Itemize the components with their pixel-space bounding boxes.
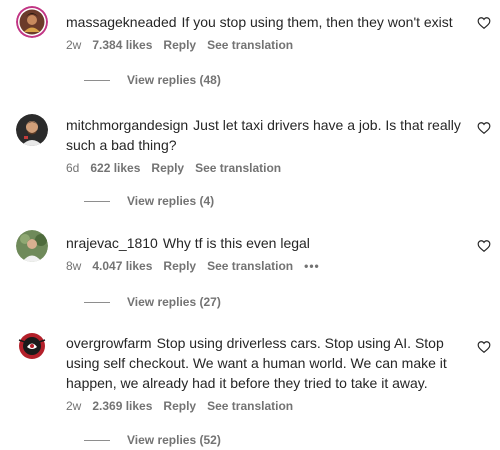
avatar-image [16,230,48,262]
reply-button[interactable]: Reply [151,160,184,176]
view-replies-button[interactable]: View replies (48) [84,72,221,88]
avatar-image [16,114,48,146]
comment-age: 2w [66,38,82,52]
heart-icon[interactable] [477,239,491,253]
view-replies-label: View replies (27) [127,295,221,309]
comment-username[interactable]: overgrowfarm [66,335,152,351]
see-translation-button[interactable]: See translation [207,258,293,274]
likes-count[interactable]: 7.384 likes [92,37,152,53]
avatar-image [16,330,48,362]
view-replies-label: View replies (48) [127,73,221,87]
replies-divider [84,79,110,81]
view-replies-label: View replies (4) [127,194,215,208]
view-replies-button[interactable]: View replies (27) [84,294,221,310]
heart-icon[interactable] [477,340,491,354]
avatar[interactable] [16,230,48,262]
likes-count[interactable]: 622 likes [90,160,140,176]
avatar-image [16,6,48,38]
more-options-icon[interactable]: ••• [304,258,320,274]
replies-divider [84,301,110,303]
avatar[interactable] [16,330,48,362]
heart-icon[interactable] [477,121,491,135]
comment-username[interactable]: nrajevac_1810 [66,235,158,251]
view-replies-label: View replies (52) [127,433,221,447]
heart-icon[interactable] [477,16,491,30]
comment-text: If you stop using them, then they won't … [181,14,453,30]
reply-button[interactable]: Reply [163,37,196,53]
comment-username[interactable]: mitchmorgandesign [66,117,188,133]
comment-age: 2w [66,399,82,413]
view-replies-button[interactable]: View replies (52) [84,432,221,448]
replies-divider [84,200,110,202]
comment-text: Why tf is this even legal [162,235,310,251]
comment-age: 6d [66,161,80,175]
see-translation-button[interactable]: See translation [207,398,293,414]
replies-divider [84,439,110,441]
view-replies-button[interactable]: View replies (4) [84,193,214,209]
avatar[interactable] [16,6,48,38]
avatar[interactable] [16,114,48,146]
comment-age: 8w [66,259,82,273]
reply-button[interactable]: Reply [163,398,196,414]
see-translation-button[interactable]: See translation [207,37,293,53]
likes-count[interactable]: 4.047 likes [92,258,152,274]
reply-button[interactable]: Reply [163,258,196,274]
see-translation-button[interactable]: See translation [195,160,281,176]
comment-username[interactable]: massagekneaded [66,14,177,30]
likes-count[interactable]: 2.369 likes [92,398,152,414]
